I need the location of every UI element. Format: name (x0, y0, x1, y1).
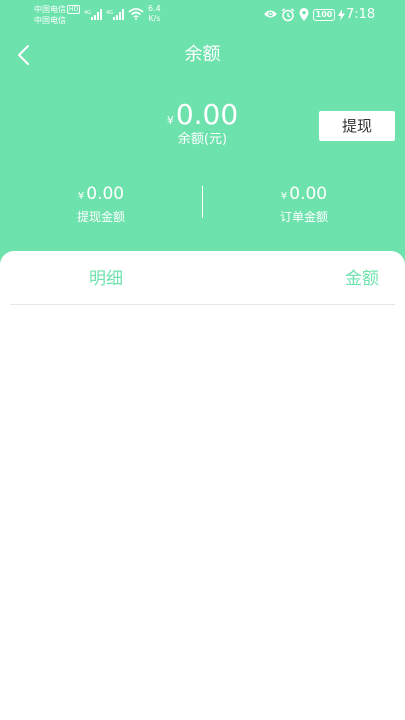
column-header-detail: 明细 (89, 269, 123, 289)
net-speed-unit: K/s (148, 14, 161, 23)
column-header-amount: 金额 (345, 269, 379, 289)
svg-text:4G: 4G (84, 10, 91, 16)
signal-icon-1: 4G (84, 9, 102, 20)
battery-indicator: 100 (313, 9, 335, 21)
carrier-info: 中国电信 HD 中国电信 (34, 4, 81, 26)
wifi-icon (128, 8, 144, 20)
order-amount-value: ¥0.00 (203, 183, 405, 208)
order-amount-label: 订单金额 (279, 210, 328, 224)
eye-icon (264, 10, 277, 18)
withdrawn-currency: ¥ (77, 191, 85, 202)
withdrawn-amount-stat: ¥0.00 提现金额 (0, 183, 202, 226)
network-speed: 6.4 K/s (148, 4, 161, 24)
balance-value: 0.00 (175, 98, 239, 131)
transaction-card: 明细 金额 (0, 251, 405, 720)
balance-page: 中国电信 HD 中国电信 4G 4G 6.4 K/s 100 7:18 余额 ¥… (0, 0, 405, 720)
balance-amount: ¥0.00 (166, 98, 238, 131)
net-speed-value: 6.4 (148, 4, 161, 13)
status-bar: 中国电信 HD 中国电信 4G 4G 6.4 K/s 100 7:18 (0, 0, 405, 30)
hd-badge: HD (67, 5, 81, 14)
withdrawn-amount-label: 提现金额 (76, 210, 125, 224)
svg-text:4G: 4G (106, 10, 113, 16)
header-divider (10, 304, 395, 305)
withdrawn-amount-value: ¥0.00 (0, 183, 202, 208)
charging-icon (338, 9, 345, 21)
page-title: 余额 (184, 44, 221, 65)
location-icon (299, 8, 309, 21)
withdraw-button[interactable]: 提现 (319, 111, 395, 141)
withdrawn-value: 0.00 (86, 184, 125, 204)
carrier-name-1: 中国电信 (34, 5, 66, 14)
order-value: 0.00 (289, 184, 328, 204)
alarm-icon (281, 8, 295, 22)
order-currency: ¥ (280, 191, 288, 202)
balance-currency: ¥ (166, 114, 174, 127)
status-time: 7:18 (346, 7, 376, 22)
carrier-name-2: 中国电信 (34, 16, 66, 25)
order-amount-stat: ¥0.00 订单金额 (203, 183, 405, 226)
signal-icon-2: 4G (106, 9, 124, 20)
